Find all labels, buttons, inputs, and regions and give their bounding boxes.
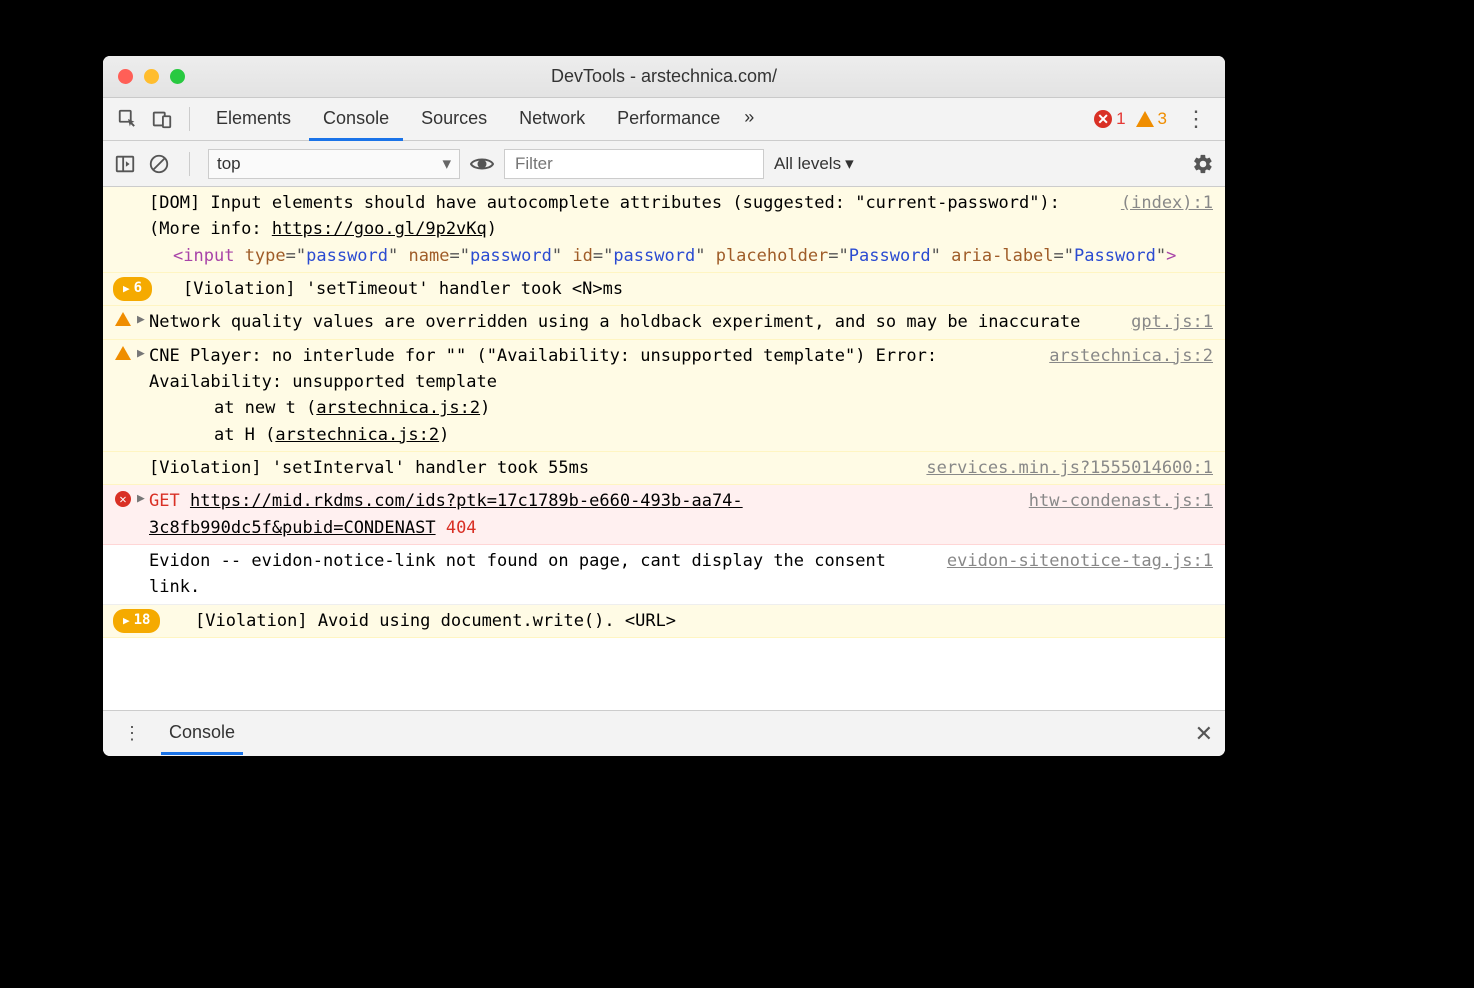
chevron-down-icon: ▾ bbox=[845, 154, 854, 174]
device-toolbar-icon[interactable] bbox=[147, 104, 177, 134]
console-messages: (index):1 [DOM] Input elements should ha… bbox=[103, 187, 1225, 710]
console-message[interactable]: ▶6 [Violation] 'setTimeout' handler took… bbox=[103, 273, 1225, 306]
toggle-sidebar-icon[interactable] bbox=[113, 152, 137, 176]
console-message[interactable]: (index):1 [DOM] Input elements should ha… bbox=[103, 187, 1225, 273]
console-toolbar: top ▾ All levels ▾ bbox=[103, 141, 1225, 187]
message-source-link[interactable]: services.min.js?1555014600:1 bbox=[926, 455, 1213, 481]
close-drawer-button[interactable]: ✕ bbox=[1195, 721, 1213, 747]
chevron-down-icon: ▾ bbox=[442, 154, 451, 174]
message-source-link[interactable]: gpt.js:1 bbox=[1131, 309, 1213, 335]
drawer-tab-console[interactable]: Console bbox=[161, 712, 243, 755]
console-message[interactable]: evidon-sitenotice-tag.js:1 Evidon -- evi… bbox=[103, 545, 1225, 605]
error-icon: ✕ bbox=[115, 491, 131, 507]
expand-arrow-icon[interactable]: ▶ bbox=[137, 344, 145, 364]
drawer: ⋮ Console ✕ bbox=[103, 710, 1225, 756]
console-settings-icon[interactable] bbox=[1191, 152, 1215, 176]
repeat-count-badge[interactable]: ▶6 bbox=[113, 277, 152, 301]
console-message[interactable]: services.min.js?1555014600:1 [Violation]… bbox=[103, 452, 1225, 485]
devtools-window: DevTools - arstechnica.com/ Elements Con… bbox=[103, 56, 1225, 756]
inspect-element-icon[interactable] bbox=[113, 104, 143, 134]
console-message[interactable]: ▶18 [Violation] Avoid using document.wri… bbox=[103, 605, 1225, 638]
separator bbox=[189, 152, 190, 176]
message-source-link[interactable]: arstechnica.js:2 bbox=[1049, 343, 1213, 369]
warning-icon bbox=[1136, 111, 1154, 127]
separator bbox=[189, 107, 190, 131]
drawer-menu-button[interactable]: ⋮ bbox=[115, 719, 149, 748]
expand-arrow-icon[interactable]: ▶ bbox=[137, 310, 145, 330]
message-source-link[interactable]: evidon-sitenotice-tag.js:1 bbox=[947, 548, 1213, 574]
filter-input[interactable] bbox=[504, 149, 764, 179]
console-message[interactable]: ✕ ▶ htw-condenast.js:1 GET https://mid.r… bbox=[103, 485, 1225, 545]
zoom-window-button[interactable] bbox=[170, 69, 185, 84]
repeat-count-badge[interactable]: ▶18 bbox=[113, 609, 160, 633]
warning-count-badge[interactable]: 3 bbox=[1136, 109, 1167, 129]
context-value: top bbox=[217, 154, 241, 174]
expand-arrow-icon[interactable]: ▶ bbox=[137, 489, 145, 509]
settings-menu-button[interactable]: ⋮ bbox=[1177, 102, 1215, 136]
panel-tabs: Elements Console Sources Network Perform… bbox=[103, 98, 1225, 141]
tabs-overflow-button[interactable]: » bbox=[738, 97, 760, 141]
tab-sources[interactable]: Sources bbox=[407, 98, 501, 141]
log-levels-selector[interactable]: All levels ▾ bbox=[774, 154, 854, 174]
error-icon: ✕ bbox=[1094, 110, 1112, 128]
message-source-link[interactable]: htw-condenast.js:1 bbox=[1029, 488, 1213, 514]
window-title: DevTools - arstechnica.com/ bbox=[103, 66, 1225, 87]
minimize-window-button[interactable] bbox=[144, 69, 159, 84]
message-source-link[interactable]: (index):1 bbox=[1121, 190, 1213, 216]
tab-elements[interactable]: Elements bbox=[202, 98, 305, 141]
clear-console-icon[interactable] bbox=[147, 152, 171, 176]
tab-performance[interactable]: Performance bbox=[603, 98, 734, 141]
stack-link[interactable]: arstechnica.js:2 bbox=[316, 398, 480, 418]
console-message[interactable]: ▶ arstechnica.js:2 CNE Player: no interl… bbox=[103, 340, 1225, 452]
stack-link[interactable]: arstechnica.js:2 bbox=[275, 425, 439, 445]
titlebar: DevTools - arstechnica.com/ bbox=[103, 56, 1225, 98]
close-window-button[interactable] bbox=[118, 69, 133, 84]
error-count-badge[interactable]: ✕ 1 bbox=[1094, 109, 1125, 129]
window-controls bbox=[118, 69, 185, 84]
warning-icon bbox=[115, 312, 131, 326]
live-expression-icon[interactable] bbox=[470, 152, 494, 176]
console-message[interactable]: ▶ gpt.js:1 Network quality values are ov… bbox=[103, 306, 1225, 339]
tab-console[interactable]: Console bbox=[309, 98, 403, 141]
info-link[interactable]: https://goo.gl/9p2vKq bbox=[272, 219, 487, 239]
dom-element[interactable]: <input type="password" name="password" i… bbox=[149, 243, 1213, 269]
context-selector[interactable]: top ▾ bbox=[208, 149, 460, 179]
tab-network[interactable]: Network bbox=[505, 98, 599, 141]
warning-icon bbox=[115, 346, 131, 360]
